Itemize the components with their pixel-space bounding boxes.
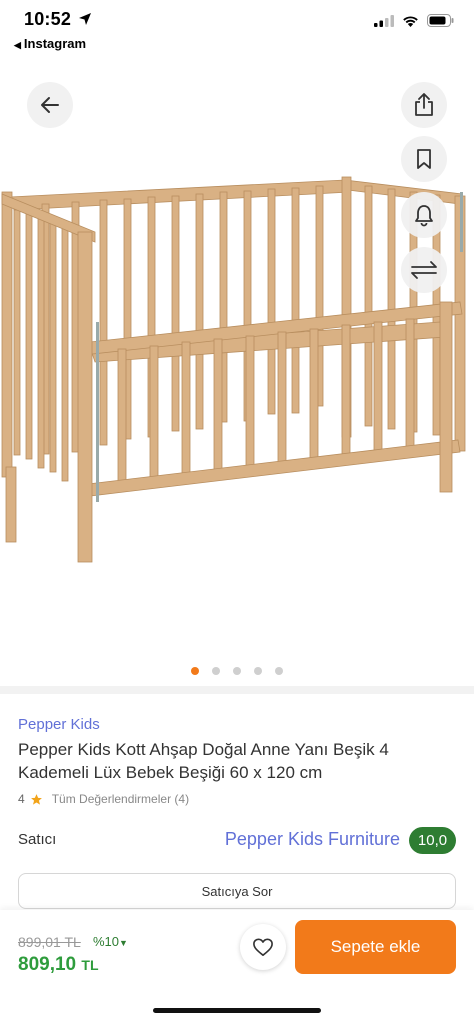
gallery-dot[interactable] <box>233 667 241 675</box>
status-icons <box>374 14 454 27</box>
seller-name-link[interactable]: Pepper Kids Furniture <box>225 829 400 850</box>
bookmark-icon <box>417 149 431 169</box>
seller-score-badge: 10,0 <box>409 827 456 854</box>
gallery-dot[interactable] <box>191 667 199 675</box>
home-indicator[interactable] <box>153 1008 321 1013</box>
current-price: 809,10 TL <box>18 954 99 976</box>
current-price-currency: TL <box>81 957 99 973</box>
discount-value: %10 <box>93 934 120 949</box>
add-to-cart-button[interactable]: Sepete ekle <box>295 920 456 974</box>
purchase-bar: 899,01 TL %10▼ 809,10 TL Sepete ekle <box>0 910 474 1024</box>
gallery-dot[interactable] <box>212 667 220 675</box>
old-price: 899,01 TL <box>18 934 81 950</box>
gallery-pagination[interactable] <box>0 667 474 675</box>
seller-label: Satıcı <box>18 831 57 848</box>
current-price-amount: 809,10 <box>18 954 77 975</box>
product-image-gallery[interactable] <box>0 62 474 687</box>
share-button[interactable] <box>401 82 447 128</box>
price-alert-button[interactable] <box>401 192 447 238</box>
compare-arrows-icon <box>411 261 437 279</box>
bell-icon <box>415 205 433 227</box>
back-to-app-link[interactable]: ◀ Instagram <box>14 36 86 51</box>
product-image <box>1 176 466 563</box>
favorite-button[interactable] <box>240 924 286 970</box>
rating-row[interactable]: 4 Tüm Değerlendirmeler (4) <box>18 792 189 806</box>
compare-button[interactable] <box>401 247 447 293</box>
product-title: Pepper Kids Kott Ahşap Doğal Anne Yanı B… <box>18 740 389 782</box>
back-arrow-icon <box>41 97 59 113</box>
location-arrow-icon <box>79 13 91 25</box>
discount-badge: %10▼ <box>93 934 128 949</box>
status-bar: 10:52 ◀ Instagram <box>0 0 474 51</box>
battery-icon <box>427 14 454 27</box>
back-triangle-icon: ◀ <box>14 40 21 50</box>
down-triangle-icon: ▼ <box>119 938 128 948</box>
bookmark-button[interactable] <box>401 136 447 182</box>
heart-icon <box>253 938 273 956</box>
back-button[interactable] <box>27 82 73 128</box>
section-divider <box>0 686 474 694</box>
cellular-signal-icon <box>374 14 394 27</box>
brand-link[interactable]: Pepper Kids <box>18 716 100 733</box>
star-icon <box>30 793 42 805</box>
gallery-dot[interactable] <box>275 667 283 675</box>
back-app-label: Instagram <box>23 36 87 51</box>
all-reviews-link[interactable]: Tüm Değerlendirmeler (4) <box>52 792 189 806</box>
wifi-icon <box>403 15 418 27</box>
ask-seller-button[interactable]: Satıcıya Sor <box>18 873 456 909</box>
gallery-dot[interactable] <box>254 667 262 675</box>
status-time: 10:52 <box>24 9 72 29</box>
rating-value: 4 <box>18 792 25 806</box>
share-icon <box>415 93 433 116</box>
